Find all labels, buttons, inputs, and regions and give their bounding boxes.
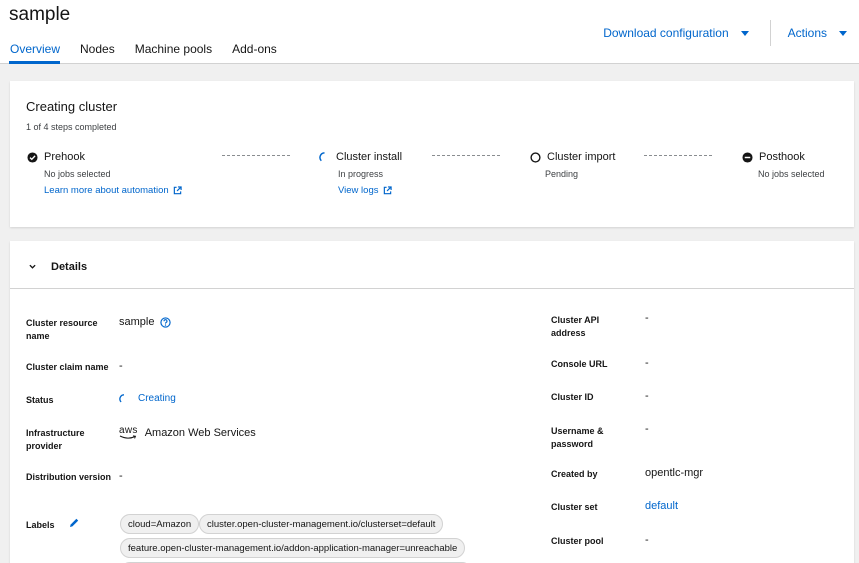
aws-smile-icon	[120, 435, 137, 439]
console-url-label: Console URL	[551, 359, 608, 369]
pencil-icon[interactable]	[68, 517, 80, 529]
details-toggle[interactable]: Details	[10, 241, 854, 289]
infrastructure-provider-value: aws Amazon Web Services	[119, 426, 256, 440]
cluster-pool-label: Cluster pool	[551, 536, 604, 546]
cluster-pool-value: -	[645, 534, 649, 546]
spinner-icon	[319, 151, 325, 161]
username-password-value: -	[645, 423, 649, 435]
cluster-resource-name-label: Cluster resource name	[26, 318, 98, 341]
help-icon[interactable]	[160, 316, 172, 328]
cluster-api-address-value: -	[645, 312, 649, 324]
download-configuration-dropdown[interactable]: Download configuration	[603, 26, 749, 40]
step-name: Cluster import	[547, 151, 616, 163]
cluster-claim-name-label: Cluster claim name	[26, 362, 109, 372]
distribution-version-value: -	[119, 470, 123, 482]
step-posthook: Posthook No jobs selected	[742, 151, 825, 179]
details-card: Details Cluster resource name sample Clu…	[10, 241, 854, 563]
username-password-label: Username & password	[551, 426, 604, 449]
step-status: No jobs selected	[44, 169, 111, 179]
cluster-api-address-label: Cluster API address	[551, 315, 600, 338]
infrastructure-provider-label: Infrastructure provider	[26, 428, 85, 451]
download-configuration-label: Download configuration	[603, 26, 729, 40]
infra-provider-text: Amazon Web Services	[144, 427, 256, 439]
step-cluster-install: Cluster install In progress View logs	[319, 151, 402, 196]
external-link-icon	[383, 186, 392, 195]
tab-overview[interactable]: Overview	[0, 38, 70, 64]
console-url-value: -	[645, 357, 649, 369]
tab-machine-pools[interactable]: Machine pools	[125, 38, 222, 64]
label-chip: cluster.open-cluster-management.io/clust…	[199, 514, 444, 534]
details-title: Details	[51, 261, 88, 273]
tab-nodes[interactable]: Nodes	[70, 38, 125, 64]
step-status: Pending	[545, 169, 579, 179]
progress-subtitle: 1 of 4 steps completed	[26, 122, 117, 132]
external-link-icon	[173, 186, 182, 195]
cluster-set-link[interactable]: default	[645, 500, 678, 512]
page-header: sample Overview Nodes Machine pools Add-…	[0, 0, 859, 64]
view-logs-link[interactable]: View logs	[319, 185, 402, 196]
header-actions: Download configuration Actions	[603, 20, 859, 46]
progress-title: Creating cluster	[26, 99, 118, 114]
step-connector	[222, 155, 290, 156]
cluster-id-label: Cluster ID	[551, 392, 594, 402]
cluster-id-value: -	[645, 390, 649, 402]
tab-bar: Overview Nodes Machine pools Add-ons	[0, 38, 287, 64]
cluster-claim-name-value: -	[119, 360, 123, 372]
link-text: View logs	[338, 185, 379, 196]
label-chip: feature.open-cluster-management.io/addon…	[120, 538, 466, 558]
distribution-version-label: Distribution version	[26, 472, 112, 482]
learn-more-automation-link[interactable]: Learn more about automation	[27, 185, 182, 196]
chevron-down-icon	[29, 264, 36, 269]
step-name: Prehook	[44, 151, 85, 163]
tab-add-ons[interactable]: Add-ons	[222, 38, 287, 64]
step-status: No jobs selected	[758, 169, 825, 179]
resource-name-text: sample	[119, 316, 155, 328]
aws-logo: aws	[119, 426, 138, 440]
status-text: Creating	[138, 393, 176, 404]
actions-label: Actions	[787, 26, 827, 40]
link-text: Learn more about automation	[44, 185, 169, 196]
caret-down-icon	[839, 30, 847, 36]
spinner-icon	[119, 393, 125, 402]
step-name: Posthook	[759, 151, 805, 163]
caret-down-icon	[740, 30, 749, 36]
step-status: In progress	[338, 169, 384, 179]
cluster-resource-name-value: sample	[119, 316, 172, 328]
cluster-set-label: Cluster set	[551, 502, 598, 512]
step-cluster-import: Cluster import Pending	[530, 151, 615, 179]
circle-outline-icon	[530, 151, 541, 163]
label-chip: cloud=Amazon	[120, 514, 200, 534]
step-name: Cluster install	[336, 151, 403, 163]
status-label: Status	[26, 395, 54, 405]
step-connector	[644, 155, 712, 156]
page-title: sample	[9, 4, 71, 25]
actions-dropdown[interactable]: Actions	[788, 26, 847, 40]
cluster-progress-card: Creating cluster 1 of 4 steps completed …	[10, 81, 854, 227]
step-connector	[432, 155, 500, 156]
created-by-label: Created by	[551, 469, 598, 479]
status-value: Creating	[119, 393, 176, 404]
aws-logo-text: aws	[119, 425, 138, 436]
created-by-value: opentlc-mgr	[645, 467, 704, 479]
labels-label: Labels	[26, 520, 55, 530]
header-divider	[769, 20, 771, 46]
check-circle-icon	[27, 151, 38, 163]
minus-circle-icon	[742, 151, 753, 163]
step-prehook: Prehook No jobs selected Learn more abou…	[27, 151, 182, 196]
